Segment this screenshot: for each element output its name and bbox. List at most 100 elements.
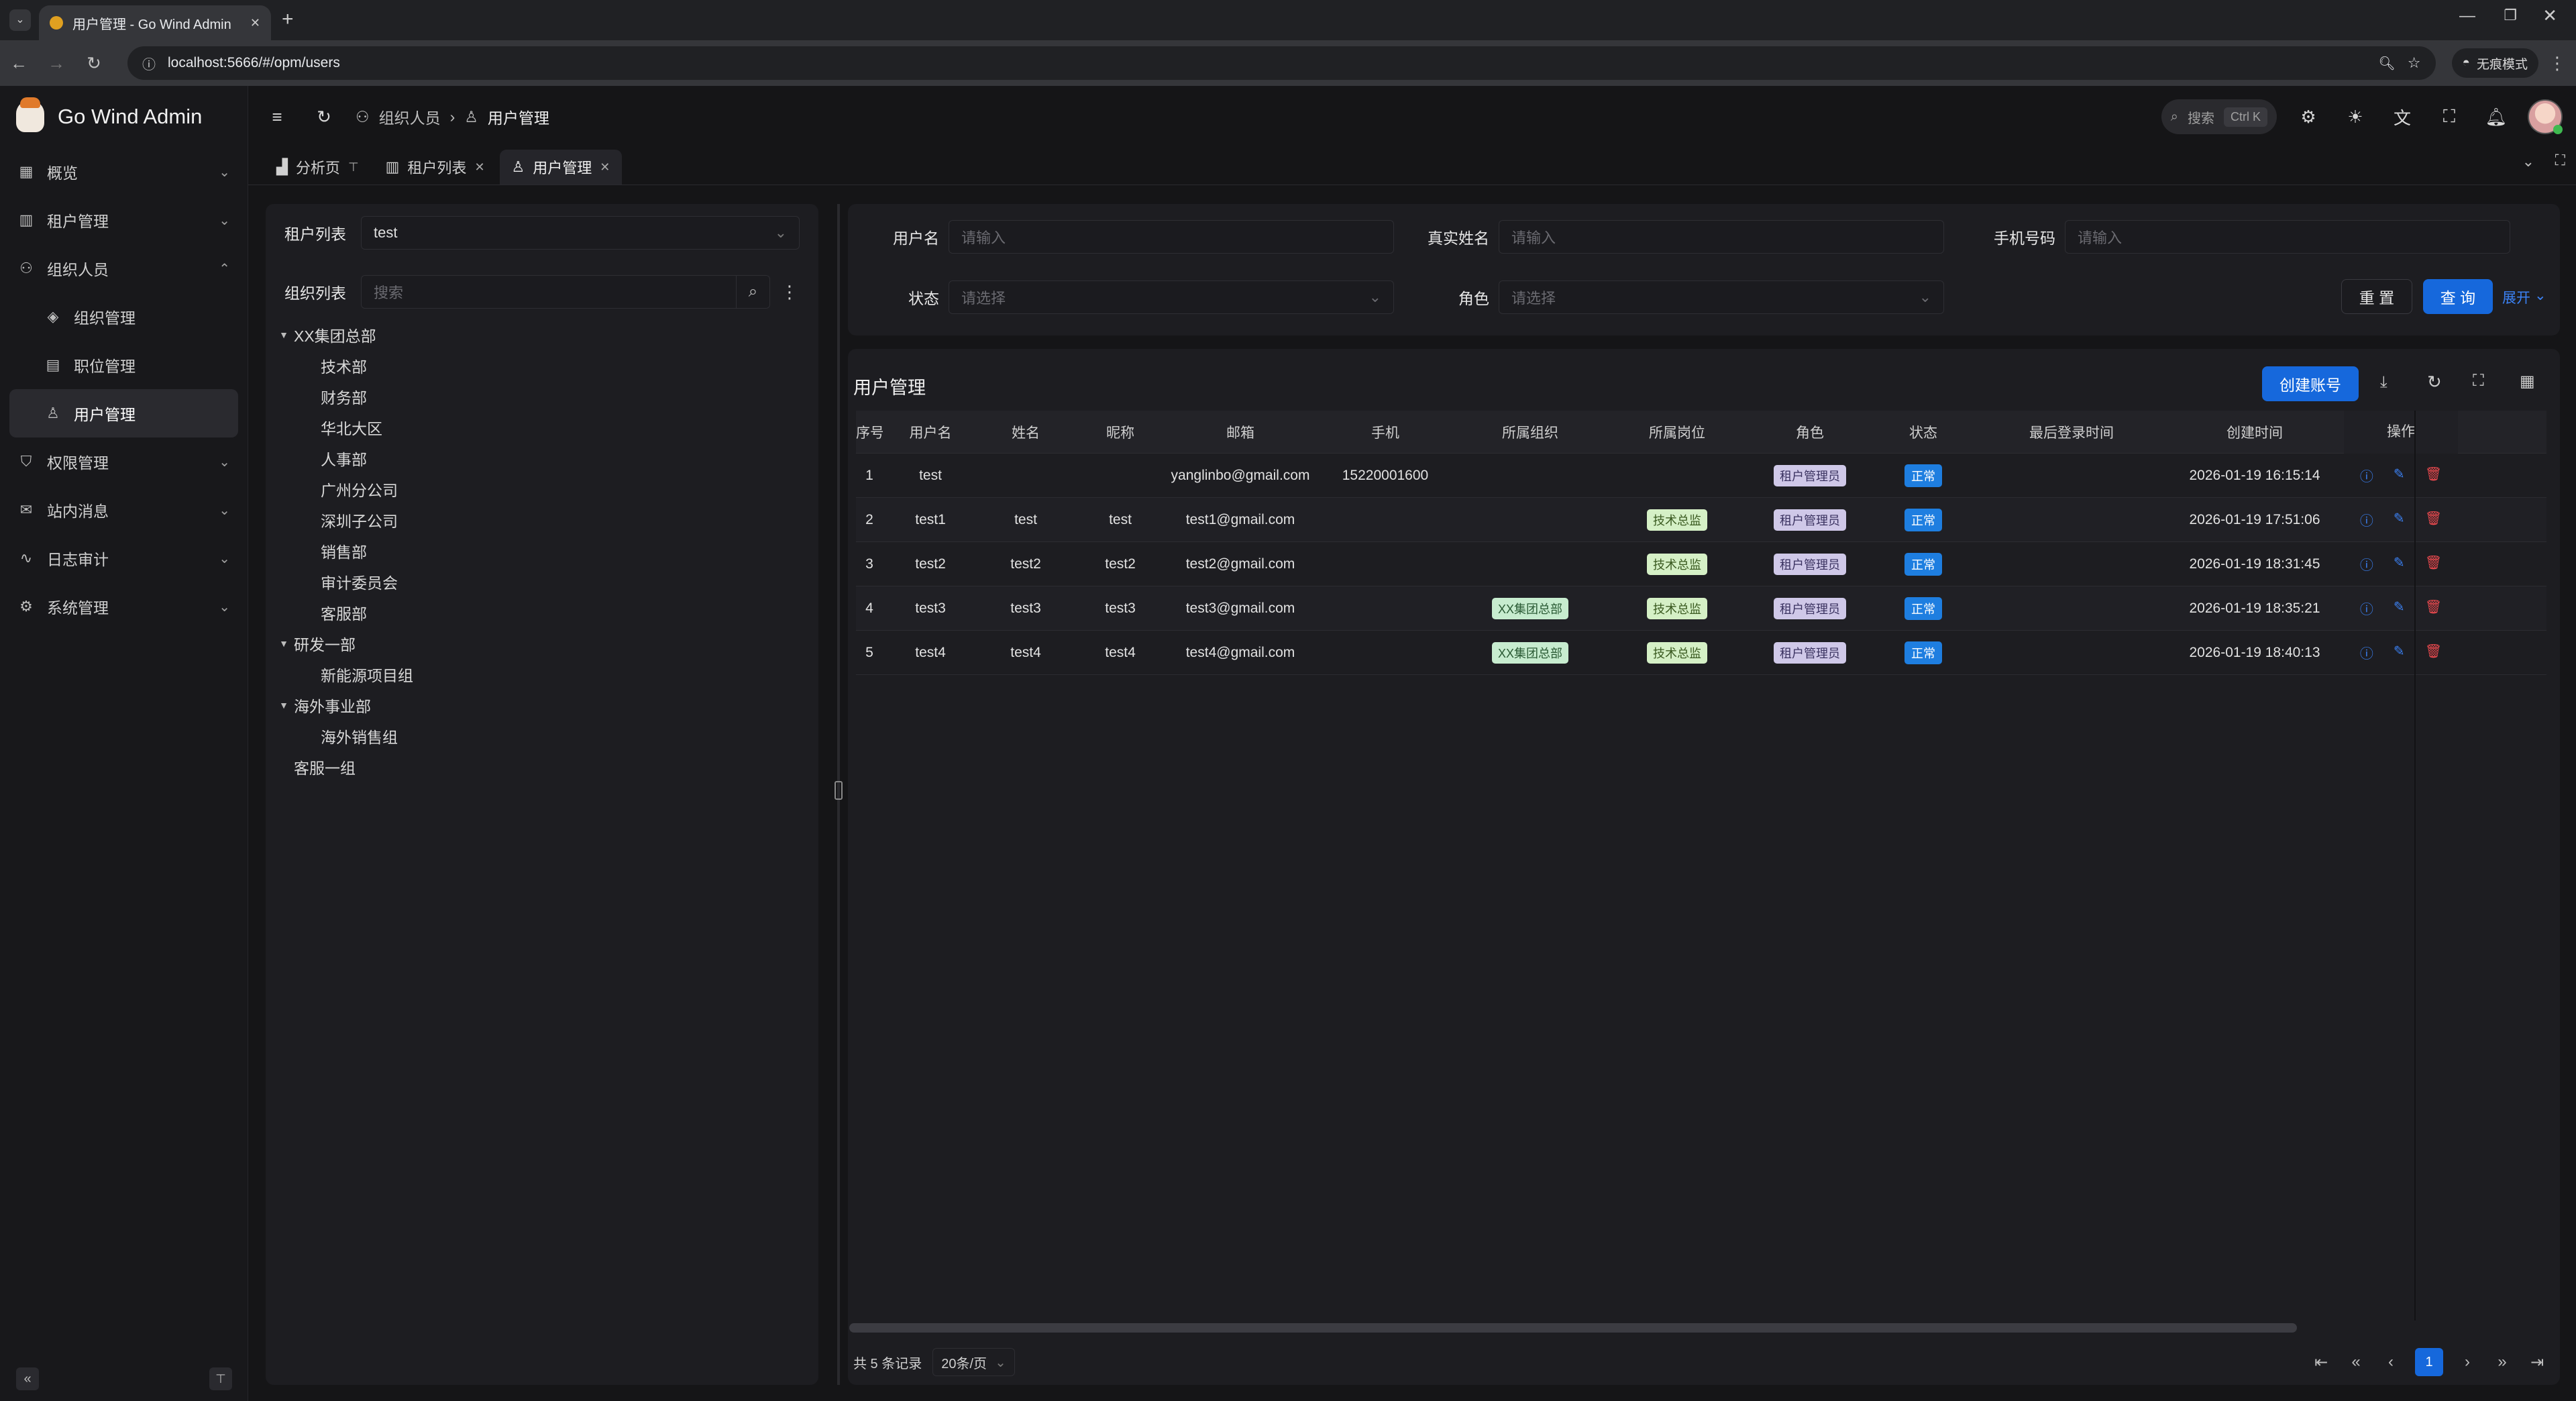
tree-node[interactable]: 客服部 xyxy=(274,597,818,628)
expand-toggle[interactable]: 展开 ⌄ xyxy=(2502,287,2546,307)
view-detail-icon[interactable]: ⓘ xyxy=(2360,510,2373,529)
restore-icon[interactable]: ❐ xyxy=(2504,7,2517,24)
close-icon[interactable]: ✕ xyxy=(600,160,610,174)
tab-analytics[interactable]: ▟ 分析页 ⊤ xyxy=(264,150,371,185)
username-input[interactable]: 请输入 xyxy=(949,220,1394,254)
prev-jump-icon[interactable]: « xyxy=(2339,1353,2373,1371)
tree-node[interactable]: 审计委员会 xyxy=(274,566,818,597)
sidebar-item-messages[interactable]: ✉ 站内消息 ⌄ xyxy=(0,486,248,534)
forward-arrow-icon[interactable]: → xyxy=(38,53,75,74)
edit-icon[interactable]: ✎ xyxy=(2394,510,2405,529)
close-tab-icon[interactable]: ✕ xyxy=(250,16,260,30)
fullscreen-icon[interactable]: ⛶ xyxy=(2434,106,2465,127)
refresh-icon[interactable]: ↻ xyxy=(2427,372,2442,393)
tree-node[interactable]: ▼ 海外事业部 xyxy=(274,690,818,721)
edit-icon[interactable]: ✎ xyxy=(2394,466,2405,485)
tab-tenant-list[interactable]: ▥ 租户列表 ✕ xyxy=(374,150,497,185)
edit-icon[interactable]: ✎ xyxy=(2394,554,2405,574)
back-arrow-icon[interactable]: ← xyxy=(0,53,38,74)
tree-node[interactable]: 深圳子公司 xyxy=(274,505,818,535)
next-jump-icon[interactable]: » xyxy=(2485,1353,2520,1371)
reset-button[interactable]: 重 置 xyxy=(2341,279,2412,314)
search-icon[interactable]: ⌕ xyxy=(736,276,769,308)
role-select[interactable]: 请选择 ⌄ xyxy=(1499,280,1944,314)
bookmark-star-icon[interactable]: ☆ xyxy=(2408,54,2421,72)
sidebar-item-overview[interactable]: ▦ 概览 ⌄ xyxy=(0,148,248,196)
view-detail-icon[interactable]: ⓘ xyxy=(2360,466,2373,485)
page-size-select[interactable]: 20条/页 ⌄ xyxy=(932,1348,1015,1376)
page-button-current[interactable]: 1 xyxy=(2415,1348,2443,1376)
tree-node[interactable]: 广州分公司 xyxy=(274,474,818,505)
refresh-icon[interactable]: ↻ xyxy=(309,107,339,127)
tree-node[interactable]: ▼ 研发一部 xyxy=(274,628,818,659)
org-search-input[interactable]: 搜索 ⌕ xyxy=(361,275,770,309)
sidebar-item-system[interactable]: ⚙ 系统管理 ⌄ xyxy=(0,582,248,631)
column-settings-icon[interactable]: ▦ xyxy=(2520,372,2535,391)
browser-menu-icon[interactable]: ⋮ xyxy=(2538,53,2576,74)
close-icon[interactable]: ✕ xyxy=(474,160,484,174)
maximize-content-icon[interactable]: ⛶ xyxy=(2555,152,2565,169)
table-row[interactable]: 3 test2 test2 test2 test2@gmail.com 技术总监 租户管理员… xyxy=(856,542,2546,586)
tree-node[interactable]: ▼ XX集团总部 xyxy=(274,319,818,350)
tree-node[interactable]: 华北大区 xyxy=(274,412,818,443)
last-page-icon[interactable]: ⇥ xyxy=(2520,1353,2555,1372)
caret-down-icon[interactable]: ▼ xyxy=(274,700,294,711)
tab-user-management[interactable]: ♙ 用户管理 ✕ xyxy=(499,150,623,185)
delete-icon[interactable]: 🗑︎ xyxy=(2425,599,2442,618)
sidebar-item-tenant[interactable]: ▥ 租户管理 ⌄ xyxy=(0,196,248,244)
notification-bell-icon[interactable]: 🔔︎ xyxy=(2481,107,2512,127)
global-search[interactable]: ⌕ 搜索 Ctrl K xyxy=(2161,99,2277,134)
prev-page-icon[interactable]: ‹ xyxy=(2373,1353,2408,1371)
table-row[interactable]: 2 test1 test test test1@gmail.com 技术总监 租户管理员 正常… xyxy=(856,498,2546,542)
caret-down-icon[interactable]: ▼ xyxy=(274,638,294,649)
avatar[interactable] xyxy=(2528,99,2563,134)
tenant-select[interactable]: test ⌄ xyxy=(361,216,800,250)
view-detail-icon[interactable]: ⓘ xyxy=(2360,599,2373,618)
delete-icon[interactable]: 🗑︎ xyxy=(2425,510,2442,529)
settings-icon[interactable]: ⚙ xyxy=(2293,107,2324,127)
panel-splitter[interactable] xyxy=(835,204,843,1385)
tree-node[interactable]: 海外销售组 xyxy=(274,721,818,751)
view-detail-icon[interactable]: ⓘ xyxy=(2360,554,2373,574)
drag-handle-icon[interactable] xyxy=(835,781,843,800)
sidebar-item-org-manage[interactable]: ◈ 组织管理 xyxy=(0,293,248,341)
create-account-button[interactable]: 创建账号 xyxy=(2262,366,2359,401)
breadcrumb-parent[interactable]: 组织人员 xyxy=(379,105,441,128)
tab-list-chevron-icon[interactable]: ⌄ xyxy=(9,9,31,31)
theme-sun-icon[interactable]: ☀ xyxy=(2340,107,2371,127)
tree-node[interactable]: 新能源项目组 xyxy=(274,659,818,690)
sidebar-item-org-people[interactable]: ⚇ 组织人员 ⌃ xyxy=(0,244,248,293)
delete-icon[interactable]: 🗑︎ xyxy=(2425,554,2442,574)
table-row[interactable]: 1 test yanglinbo@gmail.com 15220001600 租户管理员… xyxy=(856,454,2546,498)
incognito-badge[interactable]: ◓ 无痕模式 xyxy=(2451,48,2538,78)
pin-icon[interactable]: ⊤ xyxy=(348,160,359,174)
fullscreen-icon[interactable]: ⛶ xyxy=(2473,372,2484,391)
app-logo[interactable]: Go Wind Admin xyxy=(0,86,248,148)
view-detail-icon[interactable]: ⓘ xyxy=(2360,643,2373,662)
sidebar-item-audit[interactable]: ∿ 日志审计 ⌄ xyxy=(0,534,248,582)
minimize-icon[interactable]: — xyxy=(2459,7,2475,25)
table-row[interactable]: 4 test3 test3 test3 test3@gmail.com XX集团总部 技术总… xyxy=(856,586,2546,631)
new-tab-button[interactable]: + xyxy=(282,8,294,31)
edit-icon[interactable]: ✎ xyxy=(2394,599,2405,618)
pin-sidebar-icon[interactable]: ⊤ xyxy=(209,1367,232,1390)
caret-down-icon[interactable]: ▼ xyxy=(274,329,294,340)
tree-node[interactable]: 销售部 xyxy=(274,535,818,566)
tree-node[interactable]: 技术部 xyxy=(274,350,818,381)
translate-icon[interactable]: 文 xyxy=(2387,105,2418,129)
browser-tab[interactable]: 用户管理 - Go Wind Admin ✕ xyxy=(39,5,271,40)
status-select[interactable]: 请选择 ⌄ xyxy=(949,280,1394,314)
collapse-sidebar-icon[interactable]: « xyxy=(16,1367,39,1390)
delete-icon[interactable]: 🗑︎ xyxy=(2425,466,2442,485)
phone-input[interactable]: 请输入 xyxy=(2065,220,2510,254)
delete-icon[interactable]: 🗑︎ xyxy=(2425,643,2442,662)
first-page-icon[interactable]: ⇤ xyxy=(2304,1353,2339,1372)
reload-icon[interactable]: ↻ xyxy=(75,53,113,74)
download-icon[interactable]: ⤓ xyxy=(2380,373,2387,392)
zoom-icon[interactable]: 🔍︎ xyxy=(2378,55,2395,72)
site-info-icon[interactable]: ⓘ xyxy=(142,54,156,73)
query-button[interactable]: 查 询 xyxy=(2423,279,2493,314)
tree-node[interactable]: 人事部 xyxy=(274,443,818,474)
tree-node[interactable]: 客服一组 xyxy=(274,751,818,782)
tabs-dropdown-icon[interactable]: ⌄ xyxy=(2522,153,2534,170)
